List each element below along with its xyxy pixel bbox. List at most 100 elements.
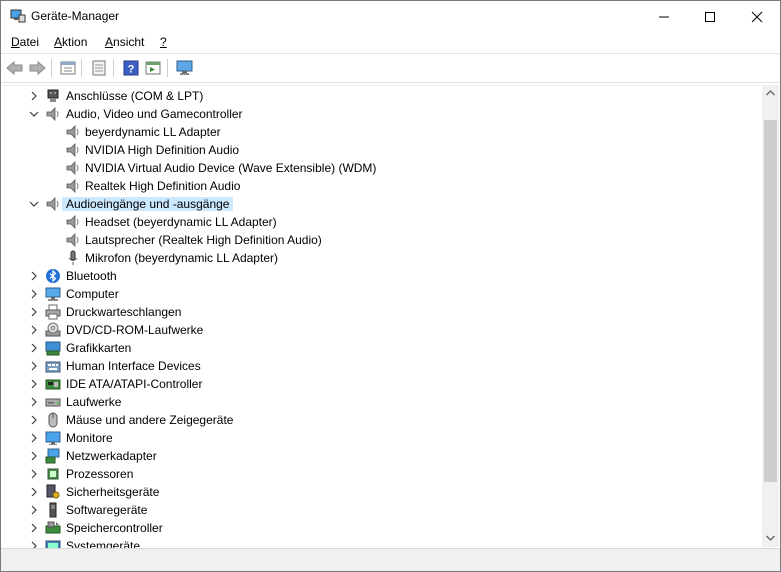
- chevron-right-icon[interactable]: [27, 395, 41, 409]
- device-tree[interactable]: Anschlüsse (COM & LPT) Audio, Video und G…: [3, 85, 762, 548]
- security-device-icon: [46, 484, 60, 499]
- tree-item-speichercontroller[interactable]: Speichercontroller: [3, 519, 762, 537]
- toolbar-separator: [51, 59, 52, 77]
- tree-item-label: NVIDIA Virtual Audio Device (Wave Extens…: [85, 161, 377, 175]
- processor-icon: [47, 468, 59, 480]
- chevron-right-icon[interactable]: [27, 269, 41, 283]
- tree-item-label: DVD/CD-ROM-Laufwerke: [66, 323, 204, 337]
- vertical-scrollbar[interactable]: [762, 85, 779, 547]
- tree-item-anschlusse-com-lpt[interactable]: Anschlüsse (COM & LPT): [3, 87, 762, 105]
- tree-item-audio-video-und-gamecontroller[interactable]: Audio, Video und Gamecontroller: [3, 105, 762, 123]
- tree-item-label: Systemgeräte: [66, 539, 141, 548]
- chevron-right-icon[interactable]: [27, 449, 41, 463]
- tree-item-computer[interactable]: Computer: [3, 285, 762, 303]
- tree-item-laufwerke[interactable]: Laufwerke: [3, 393, 762, 411]
- computer-icon: [45, 287, 61, 301]
- run-action-icon: [145, 61, 161, 75]
- chevron-right-icon[interactable]: [27, 521, 41, 535]
- disc-drive-icon: [45, 322, 61, 337]
- tree-item-lautsprecher-realtek-high-definition-audio[interactable]: Lautsprecher (Realtek High Definition Au…: [3, 231, 762, 249]
- toolbar-separator: [81, 59, 82, 77]
- tree-item-druckwarteschlangen[interactable]: Druckwarteschlangen: [3, 303, 762, 321]
- chevron-right-icon[interactable]: [27, 323, 41, 337]
- chevron-down-icon[interactable]: [27, 107, 41, 121]
- minimize-button[interactable]: [641, 1, 687, 32]
- tree-item-grafikkarten[interactable]: Grafikkarten: [3, 339, 762, 357]
- tree-item-human-interface-devices[interactable]: Human Interface Devices: [3, 357, 762, 375]
- tree-item-label: Prozessoren: [66, 467, 134, 481]
- speaker-icon: [66, 233, 79, 247]
- svg-text:?: ?: [128, 64, 135, 76]
- scroll-up-arrow-icon[interactable]: [766, 90, 775, 96]
- chevron-right-icon[interactable]: [27, 341, 41, 355]
- minimize-icon: [659, 16, 669, 17]
- menu-item-aktion[interactable]: Aktion: [54, 35, 87, 49]
- network-adapter-icon: [45, 448, 60, 464]
- tree-item-mikrofon-beyerdynamic-ll-adapter[interactable]: Mikrofon (beyerdynamic LL Adapter): [3, 249, 762, 267]
- chevron-right-icon[interactable]: [27, 287, 41, 301]
- tree-item-headset-beyerdynamic-ll-adapter[interactable]: Headset (beyerdynamic LL Adapter): [3, 213, 762, 231]
- disk-drive-icon: [45, 398, 61, 407]
- back-button[interactable]: [6, 59, 24, 77]
- tree-item-mause-und-andere-zeigegerate[interactable]: Mäuse und andere Zeigegeräte: [3, 411, 762, 429]
- scroll-down-arrow-icon[interactable]: [766, 535, 775, 541]
- maximize-button[interactable]: [687, 1, 733, 32]
- tree-item-ide-ata-atapi-controller[interactable]: IDE ATA/ATAPI-Controller: [3, 375, 762, 393]
- tree-item-label: Netzwerkadapter: [66, 449, 157, 463]
- display-adapter-icon: [45, 341, 61, 356]
- menu-item-datei[interactable]: Datei: [11, 35, 39, 49]
- tree-item-label: NVIDIA High Definition Audio: [85, 143, 240, 157]
- tree-item-systemgerate[interactable]: Systemgeräte: [3, 537, 762, 548]
- chevron-right-icon[interactable]: [27, 305, 41, 319]
- properties-button[interactable]: [59, 59, 77, 77]
- close-icon: [751, 11, 763, 22]
- chevron-right-icon[interactable]: [27, 431, 41, 445]
- scan-hardware-monitor-icon: [176, 60, 193, 75]
- help-button[interactable]: ?: [122, 59, 140, 77]
- chevron-right-icon[interactable]: [27, 413, 41, 427]
- tree-item-label: Druckwarteschlangen: [66, 305, 182, 319]
- tree-item-label: Audioeingänge und -ausgänge: [62, 197, 234, 211]
- menu-bar: Datei Aktion Ansicht?: [1, 32, 780, 52]
- maximize-icon: [705, 11, 715, 22]
- speaker-icon: [66, 161, 79, 175]
- chevron-right-icon[interactable]: [27, 485, 41, 499]
- driver-details-icon: [92, 60, 106, 76]
- chevron-right-icon[interactable]: [27, 377, 41, 391]
- menu-item-help[interactable]: ?: [160, 35, 167, 49]
- tree-item-softwaregerate[interactable]: Softwaregeräte: [3, 501, 762, 519]
- scrollbar-thumb[interactable]: [764, 120, 777, 482]
- tree-item-label: IDE ATA/ATAPI-Controller: [66, 377, 203, 391]
- tree-item-audioeingange-und-ausgange[interactable]: Audioeingänge und -ausgänge: [3, 195, 762, 213]
- menu-item-ansicht[interactable]: Ansicht: [105, 35, 144, 49]
- chevron-right-icon[interactable]: [27, 89, 41, 103]
- tree-item-dvd-cd-rom-laufwerke[interactable]: DVD/CD-ROM-Laufwerke: [3, 321, 762, 339]
- title-bar[interactable]: Geräte-Manager: [1, 1, 780, 32]
- speaker-icon: [66, 125, 79, 139]
- chevron-down-icon[interactable]: [27, 197, 41, 211]
- scan-hardware-button[interactable]: [176, 59, 194, 77]
- speaker-icon: [46, 107, 59, 121]
- tree-item-monitore[interactable]: Monitore: [3, 429, 762, 447]
- tree-item-nvidia-high-definition-audio[interactable]: NVIDIA High Definition Audio: [3, 141, 762, 159]
- chevron-right-icon[interactable]: [27, 467, 41, 481]
- tree-item-bluetooth[interactable]: Bluetooth: [3, 267, 762, 285]
- chevron-right-icon[interactable]: [27, 539, 41, 548]
- chevron-right-icon[interactable]: [27, 359, 41, 373]
- system-device-icon: [45, 540, 61, 548]
- forward-button[interactable]: [28, 59, 46, 77]
- driver-details-button[interactable]: [90, 59, 108, 77]
- close-button[interactable]: [734, 1, 780, 32]
- tree-item-netzwerkadapter[interactable]: Netzwerkadapter: [3, 447, 762, 465]
- tree-item-label: Speichercontroller: [66, 521, 163, 535]
- help-icon: ?: [123, 60, 139, 76]
- tree-item-label: Bluetooth: [66, 269, 117, 283]
- tree-item-sicherheitsgerate[interactable]: Sicherheitsgeräte: [3, 483, 762, 501]
- tree-item-nvidia-virtual-audio-device-wave-extensible-wdm[interactable]: NVIDIA Virtual Audio Device (Wave Extens…: [3, 159, 762, 177]
- run-action-button[interactable]: [144, 59, 162, 77]
- tree-item-realtek-high-definition-audio[interactable]: Realtek High Definition Audio: [3, 177, 762, 195]
- tree-item-prozessoren[interactable]: Prozessoren: [3, 465, 762, 483]
- tree-item-beyerdynamic-ll-adapter[interactable]: beyerdynamic LL Adapter: [3, 123, 762, 141]
- tree-item-label: Monitore: [66, 431, 113, 445]
- chevron-right-icon[interactable]: [27, 503, 41, 517]
